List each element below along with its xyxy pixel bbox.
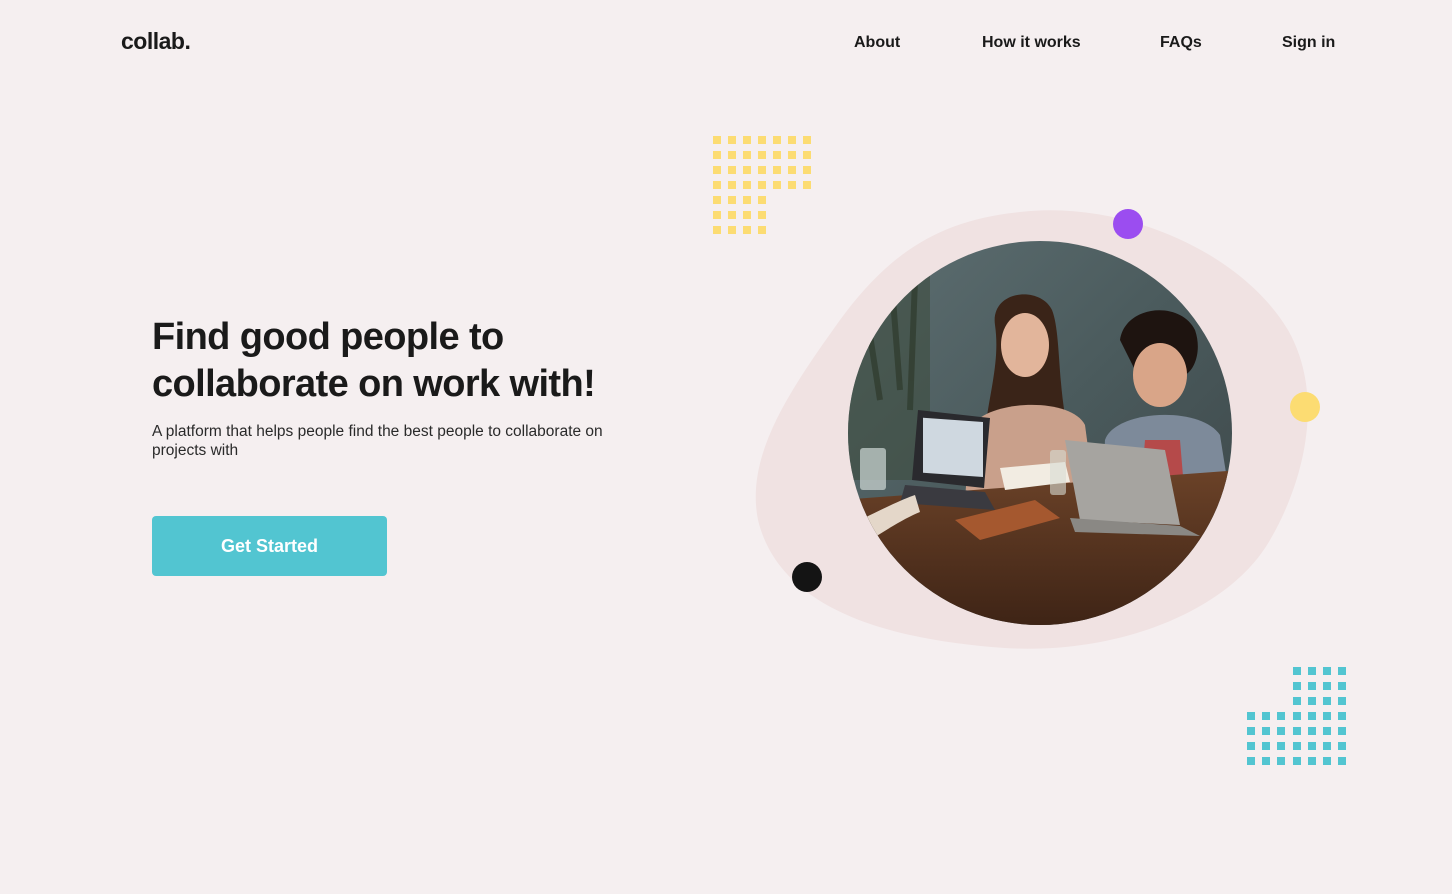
purple-accent-dot [1113, 209, 1143, 239]
hero-title: Find good people to collaborate on work … [152, 316, 596, 405]
black-accent-dot [792, 562, 822, 592]
nav-link-sign-in[interactable]: Sign in [1282, 34, 1335, 52]
hero-illustration [755, 209, 1320, 649]
nav-link-how-it-works[interactable]: How it works [982, 34, 1081, 52]
hero-subtitle: A platform that helps people find the be… [152, 423, 603, 459]
nav-link-faqs[interactable]: FAQs [1160, 34, 1202, 52]
top-nav: About How it works FAQs Sign in [0, 34, 1452, 58]
yellow-accent-dot [1290, 392, 1320, 422]
cyan-dot-grid [1247, 667, 1346, 765]
nav-link-about[interactable]: About [854, 34, 900, 52]
get-started-button[interactable]: Get Started [152, 516, 387, 576]
